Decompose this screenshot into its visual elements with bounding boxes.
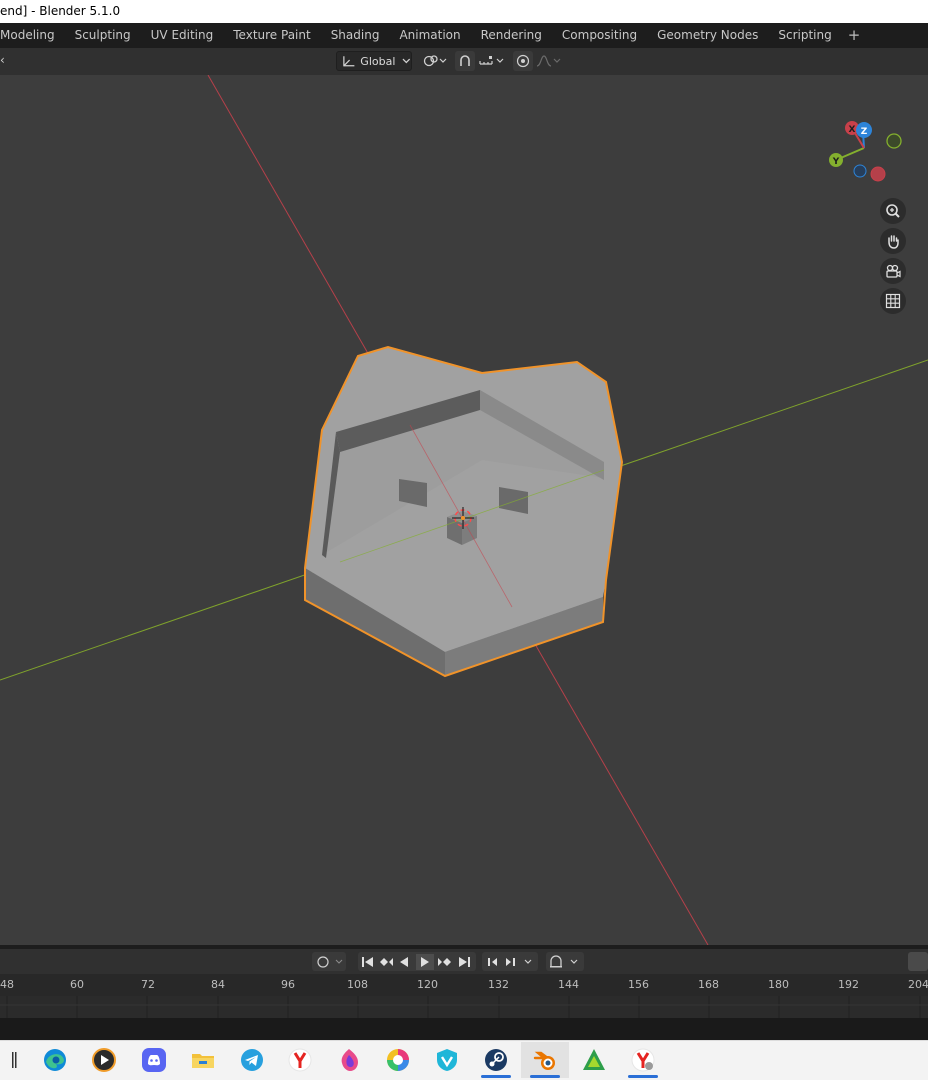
camera-view-icon — [886, 264, 901, 278]
camera-view-button[interactable] — [880, 258, 906, 284]
firefox-icon[interactable] — [325, 1042, 373, 1078]
ruler-tick: 180 — [768, 978, 789, 991]
workspace-tabs: Modeling Sculpting UV Editing Texture Pa… — [0, 23, 928, 48]
tab-sculpting[interactable]: Sculpting — [65, 23, 141, 48]
orientation-label: Global — [360, 54, 396, 68]
pivot-icon — [423, 55, 447, 67]
ruler-tick: 156 — [628, 978, 649, 991]
tab-modeling[interactable]: Modeling — [0, 23, 65, 48]
header-scroll-indicator[interactable]: ‹ — [0, 53, 5, 67]
proportional-editing-toggle[interactable] — [513, 51, 533, 71]
yandex-music-icon[interactable] — [619, 1042, 667, 1078]
ruler-tick: 144 — [558, 978, 579, 991]
play-icon[interactable] — [416, 953, 434, 970]
orientation-axes-icon — [343, 56, 355, 67]
tab-texture-paint[interactable]: Texture Paint — [223, 23, 320, 48]
zoom-button[interactable] — [880, 198, 906, 224]
ruler-tick: 84 — [211, 978, 225, 991]
ruler-tick: 96 — [281, 978, 295, 991]
ruler-tick: 60 — [70, 978, 84, 991]
keying-set-dropdown[interactable] — [312, 952, 346, 971]
colorful-app-icon[interactable] — [374, 1042, 422, 1078]
affinity-icon[interactable] — [570, 1042, 618, 1078]
prev-keyframe-icon[interactable] — [380, 957, 393, 966]
tab-geometry-nodes[interactable]: Geometry Nodes — [647, 23, 768, 48]
timeline-track-area[interactable] — [0, 996, 928, 1018]
proportional-falloff-dropdown[interactable] — [534, 51, 564, 71]
edge-icon[interactable] — [31, 1042, 79, 1078]
viewport-scene — [0, 74, 928, 946]
transform-orientation-dropdown[interactable]: Global — [336, 51, 412, 71]
ruler-tick: 48 — [0, 978, 14, 991]
pan-button[interactable] — [880, 228, 906, 254]
playback-sync-dropdown[interactable] — [546, 952, 584, 971]
tab-rendering[interactable]: Rendering — [471, 23, 552, 48]
play-reverse-icon[interactable] — [400, 956, 408, 967]
ortho-grid-icon — [885, 293, 901, 309]
subframe-controls[interactable] — [482, 952, 538, 971]
media-player-icon[interactable] — [80, 1042, 128, 1078]
tab-animation[interactable]: Animation — [389, 23, 470, 48]
add-workspace-button[interactable]: + — [842, 23, 867, 48]
ruler-tick: 192 — [838, 978, 859, 991]
tab-uv-editing[interactable]: UV Editing — [141, 23, 224, 48]
chevron-down-icon — [402, 58, 411, 64]
pan-hand-icon — [888, 235, 899, 249]
gizmo-z-label: Z — [861, 127, 868, 137]
tab-scripting[interactable]: Scripting — [768, 23, 841, 48]
snap-increment-icon — [479, 56, 504, 65]
record-keyframe-icon — [317, 955, 343, 968]
snap-magnet-icon — [460, 55, 470, 66]
blender-window: end] - Blender 5.1.0 Modeling Sculpting … — [0, 0, 928, 1080]
next-keyframe-icon[interactable] — [438, 957, 451, 966]
steam-icon[interactable] — [472, 1042, 520, 1078]
discord-icon[interactable] — [130, 1042, 178, 1078]
window-title-bar: end] - Blender 5.1.0 — [0, 0, 928, 23]
navigation-gizmo[interactable]: X Y Z — [826, 118, 906, 188]
clock-sync-icon — [550, 954, 578, 967]
ruler-tick: 132 — [488, 978, 509, 991]
task-view-icon[interactable] — [0, 1042, 30, 1078]
file-explorer-icon[interactable] — [179, 1042, 227, 1078]
jump-start-icon[interactable] — [362, 956, 373, 967]
snap-toggle[interactable] — [455, 51, 475, 71]
ruler-tick: 204 — [908, 978, 928, 991]
pivot-point-dropdown[interactable] — [420, 51, 450, 71]
gizmo-x-label: X — [849, 125, 856, 135]
running-indicator — [628, 1075, 658, 1078]
playback-controls — [358, 952, 476, 971]
3d-viewport[interactable] — [0, 74, 928, 946]
zoom-icon — [886, 204, 900, 218]
ruler-tick: 72 — [141, 978, 155, 991]
tab-shading[interactable]: Shading — [321, 23, 390, 48]
ruler-tick: 108 — [347, 978, 368, 991]
ortho-toggle-button[interactable] — [880, 288, 906, 314]
vpn-shield-icon[interactable] — [423, 1042, 471, 1078]
tab-compositing[interactable]: Compositing — [552, 23, 647, 48]
status-bar — [0, 1018, 928, 1040]
telegram-icon[interactable] — [228, 1042, 276, 1078]
snap-target-dropdown[interactable] — [477, 51, 507, 71]
jump-end-icon[interactable] — [459, 956, 470, 967]
step-frame-icon — [488, 957, 532, 966]
blender-icon[interactable] — [521, 1042, 569, 1078]
window-title: end] - Blender 5.1.0 — [0, 4, 121, 18]
proportional-edit-icon — [516, 54, 530, 68]
active-window-indicator — [530, 1075, 560, 1078]
ruler-tick: 168 — [698, 978, 719, 991]
frame-range-field[interactable] — [908, 952, 928, 971]
gizmo-y-label: Y — [832, 157, 840, 167]
running-indicator — [481, 1075, 511, 1078]
ruler-tick: 120 — [417, 978, 438, 991]
yandex-browser-icon[interactable] — [276, 1042, 324, 1078]
falloff-curve-icon — [536, 55, 561, 67]
